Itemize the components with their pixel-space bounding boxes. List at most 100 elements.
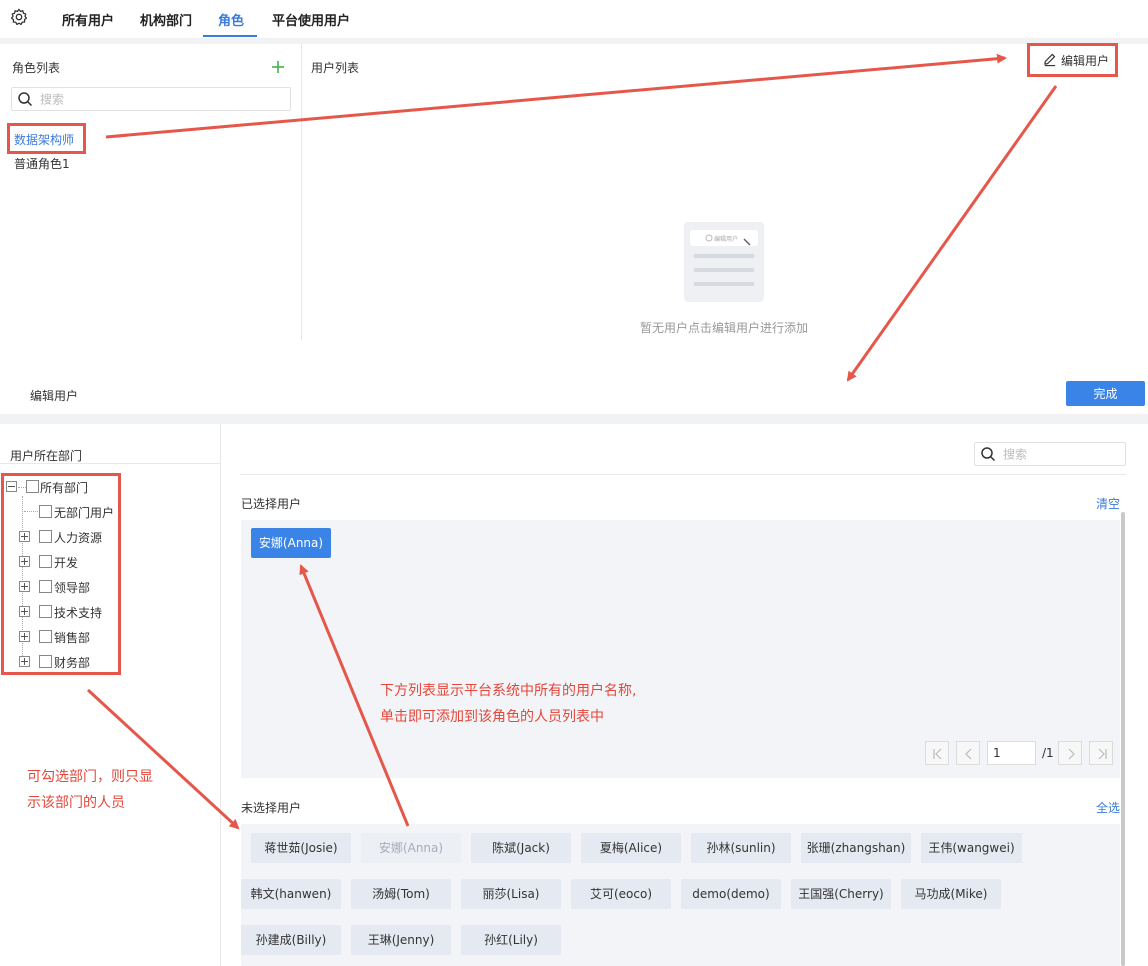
selected-users-area [241, 520, 1120, 778]
user-chip[interactable]: 安娜(Anna) [361, 833, 461, 863]
expand-icon[interactable] [19, 531, 30, 542]
checkbox[interactable] [39, 530, 52, 543]
collapse-icon[interactable] [6, 481, 17, 492]
checkbox[interactable] [39, 555, 52, 568]
section-divider [0, 414, 1148, 424]
tree-node-label: 开发 [54, 556, 79, 570]
tab-departments[interactable]: 机构部门 [140, 10, 192, 29]
tree-node-label: 无部门用户 [54, 506, 115, 520]
tree-node-label: 技术支持 [54, 606, 103, 620]
selected-user-chip[interactable]: 安娜(Anna) [251, 528, 331, 558]
clear-link[interactable]: 清空 [1096, 495, 1120, 512]
divider [0, 463, 221, 464]
user-chip[interactable]: 陈斌(Jack) [471, 833, 571, 863]
user-chip[interactable]: 王伟(wangwei) [921, 833, 1022, 863]
empty-state-text: 暂无用户点击编辑用户进行添加 [640, 321, 809, 335]
edit-user-label: 编辑用户 [1061, 54, 1110, 68]
search-icon [18, 92, 33, 107]
tree-node-no-department[interactable]: 无部门用户 [0, 503, 120, 521]
top-tab-bar: 所有用户 机构部门 角色 平台使用用户 [0, 0, 1148, 38]
user-search-input[interactable]: 搜索 [974, 442, 1126, 466]
divider [240, 474, 1126, 475]
scrollbar[interactable] [1121, 512, 1125, 966]
tree-guide [18, 487, 26, 488]
first-page-icon [933, 748, 942, 760]
annotation-line: 下方列表显示平台系统中所有的用户名称, [380, 683, 637, 699]
checkbox[interactable] [39, 605, 52, 618]
next-page-button[interactable] [1058, 741, 1082, 765]
annotation-note: 下方列表显示平台系统中所有的用户名称, 单击即可添加到该角色的人员列表中 [380, 678, 636, 730]
role-item-data-architect[interactable]: 数据架构师 [14, 131, 74, 148]
chevron-left-icon [965, 748, 972, 760]
done-button[interactable]: 完成 [1066, 381, 1145, 406]
expand-icon[interactable] [19, 581, 30, 592]
annotation-line: 示该部门的人员 [27, 795, 125, 811]
last-page-button[interactable] [1089, 741, 1113, 765]
tree-node-dev[interactable]: 开发 [0, 553, 120, 571]
checkbox[interactable] [26, 480, 39, 493]
checkbox[interactable] [39, 630, 52, 643]
user-chip[interactable]: 汤姆(Tom) [351, 879, 451, 909]
empty-list-icon: 编辑用户 [690, 230, 758, 286]
expand-icon[interactable] [19, 606, 30, 617]
user-chip[interactable]: 韩文(hanwen) [241, 879, 341, 909]
tree-node-leadership[interactable]: 领导部 [0, 578, 120, 596]
user-chip[interactable]: demo(demo) [681, 879, 781, 909]
user-chip[interactable]: 丽莎(Lisa) [461, 879, 561, 909]
user-chip[interactable]: 张珊(zhangshan) [801, 833, 911, 863]
last-page-icon [1098, 748, 1107, 760]
checkbox[interactable] [39, 580, 52, 593]
tree-node-label: 销售部 [54, 631, 91, 645]
checkbox[interactable] [39, 655, 52, 668]
role-item-normal-role[interactable]: 普通角色1 [14, 155, 70, 172]
user-chip[interactable]: 蒋世茹(Josie) [251, 833, 351, 863]
search-placeholder: 搜索 [40, 92, 65, 107]
user-chip[interactable]: 孙林(sunlin) [691, 833, 791, 863]
tree-node-hr[interactable]: 人力资源 [0, 528, 120, 546]
user-chip[interactable]: 马功成(Mike) [901, 879, 1001, 909]
pencil-icon [1044, 53, 1056, 67]
user-chip[interactable]: 王国强(Cherry) [791, 879, 891, 909]
expand-icon[interactable] [19, 556, 30, 567]
empty-state-illustration: 编辑用户 [684, 222, 764, 302]
user-chip[interactable]: 夏梅(Alice) [581, 833, 681, 863]
page-total: /1 [1042, 746, 1054, 760]
prev-page-button[interactable] [956, 741, 980, 765]
tree-node-tech-support[interactable]: 技术支持 [0, 603, 120, 621]
illustration-text: 编辑用户 [714, 235, 738, 243]
tree-node-sales[interactable]: 销售部 [0, 628, 120, 646]
search-icon [981, 447, 996, 462]
checkbox[interactable] [39, 505, 52, 518]
expand-icon[interactable] [19, 631, 30, 642]
tree-node-label: 所有部门 [40, 481, 89, 495]
tree-node-label: 财务部 [54, 656, 91, 670]
add-role-icon[interactable] [270, 59, 286, 75]
tree-node-label: 人力资源 [54, 531, 103, 545]
active-tab-indicator [203, 35, 257, 37]
selected-users-title: 已选择用户 [241, 497, 302, 511]
gear-icon[interactable] [10, 8, 28, 26]
select-all-link[interactable]: 全选 [1096, 799, 1120, 816]
page-number-input[interactable]: 1 [987, 741, 1036, 765]
role-list-title: 角色列表 [12, 61, 61, 75]
tab-platform-users[interactable]: 平台使用用户 [272, 10, 350, 29]
user-list-title: 用户列表 [311, 61, 360, 75]
user-chip[interactable]: 孙红(Lily) [461, 925, 561, 955]
unselected-users-title: 未选择用户 [241, 801, 302, 815]
tab-roles[interactable]: 角色 [218, 10, 244, 29]
annotation-line: 可勾选部门，则只显 [27, 769, 153, 785]
annotation-line: 单击即可添加到该角色的人员列表中 [380, 709, 604, 725]
annotation-note: 可勾选部门，则只显 示该部门的人员 [27, 764, 153, 816]
first-page-button[interactable] [925, 741, 949, 765]
user-chip[interactable]: 王琳(Jenny) [351, 925, 451, 955]
tree-node-finance[interactable]: 财务部 [0, 653, 120, 671]
role-search-input[interactable]: 搜索 [11, 87, 291, 111]
search-placeholder: 搜索 [1003, 447, 1028, 462]
expand-icon[interactable] [19, 656, 30, 667]
user-chip[interactable]: 孙建成(Billy) [241, 925, 341, 955]
tab-all-users[interactable]: 所有用户 [62, 10, 114, 29]
department-title: 用户所在部门 [10, 449, 83, 463]
edit-user-button[interactable]: 编辑用户 [1030, 46, 1116, 74]
user-chip[interactable]: 艾可(eoco) [571, 879, 671, 909]
tree-node-label: 领导部 [54, 581, 91, 595]
